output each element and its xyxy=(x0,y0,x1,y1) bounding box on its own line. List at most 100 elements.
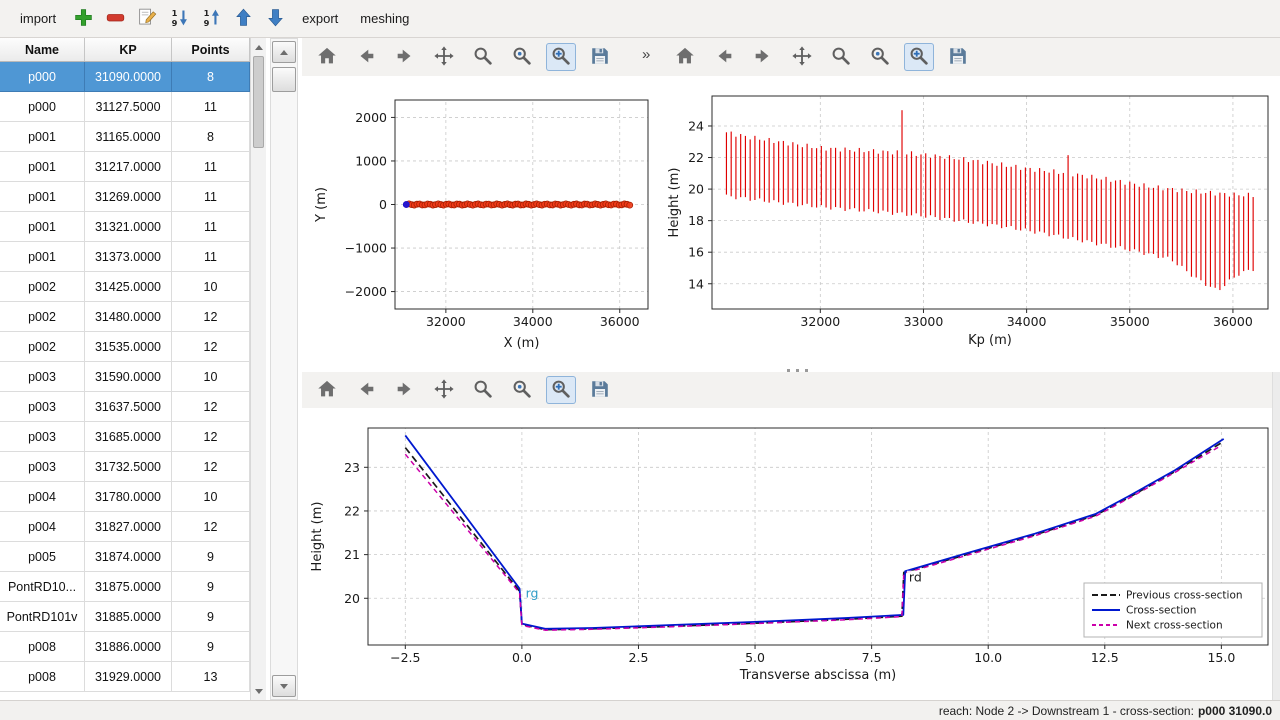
table-row[interactable]: p00331637.500012 xyxy=(0,392,250,422)
back-button[interactable] xyxy=(709,43,739,71)
cell-points: 10 xyxy=(172,272,250,302)
column-header-kp[interactable]: KP xyxy=(85,38,172,61)
table-scrollbar[interactable] xyxy=(250,38,266,700)
cell-points: 11 xyxy=(172,182,250,212)
table-scrollbar-thumb[interactable] xyxy=(253,56,264,148)
table-row[interactable]: p00131269.000011 xyxy=(0,182,250,212)
svg-text:rg: rg xyxy=(526,585,539,600)
table-row[interactable]: p00831929.000013 xyxy=(0,662,250,692)
pan-button[interactable] xyxy=(787,43,817,71)
svg-text:5.0: 5.0 xyxy=(745,650,765,665)
svg-text:Kp (m): Kp (m) xyxy=(968,333,1012,348)
table-row[interactable]: p00331590.000010 xyxy=(0,362,250,392)
pan-button[interactable] xyxy=(429,376,459,404)
move-down-button[interactable] xyxy=(260,5,290,33)
meshing-button[interactable]: meshing xyxy=(350,6,419,31)
profile-panel: 3200033000340003500036000141618202224Kp … xyxy=(660,38,1280,370)
zoom-options-button[interactable] xyxy=(507,43,537,71)
cell-points: 13 xyxy=(172,662,250,692)
scroll-down-button[interactable] xyxy=(272,675,296,697)
home-button[interactable] xyxy=(670,43,700,71)
table-row[interactable]: p00131165.00008 xyxy=(0,122,250,152)
cell-name: PontRD101v xyxy=(0,602,85,632)
zoom-button[interactable] xyxy=(826,43,856,71)
svg-text:20: 20 xyxy=(344,591,360,606)
table-row[interactable]: p00131373.000011 xyxy=(0,242,250,272)
scroll-up-button[interactable] xyxy=(272,41,296,63)
cell-points: 9 xyxy=(172,632,250,662)
right-scrollbar[interactable] xyxy=(1272,372,1280,700)
import-button[interactable]: import xyxy=(10,6,66,31)
table-row[interactable]: p00231535.000012 xyxy=(0,332,250,362)
svg-text:Next cross-section: Next cross-section xyxy=(1126,620,1223,632)
back-button[interactable] xyxy=(351,376,381,404)
home-button[interactable] xyxy=(312,43,342,71)
add-icon xyxy=(73,7,94,31)
zoom-rect-button[interactable] xyxy=(546,43,576,71)
table-row[interactable]: p00131321.000011 xyxy=(0,212,250,242)
table-row[interactable]: p00831886.00009 xyxy=(0,632,250,662)
cell-kp: 31780.0000 xyxy=(85,482,172,512)
save-button[interactable] xyxy=(943,43,973,71)
move-up-button[interactable] xyxy=(228,5,258,33)
cell-kp: 31373.0000 xyxy=(85,242,172,272)
sort-9-1-button[interactable]: 19 xyxy=(196,5,226,33)
zoom-rect-button[interactable] xyxy=(546,376,576,404)
remove-button[interactable] xyxy=(100,5,130,33)
zoom-button[interactable] xyxy=(468,376,498,404)
cell-name: p002 xyxy=(0,302,85,332)
cell-kp: 31929.0000 xyxy=(85,662,172,692)
toolbar-overflow-chevron[interactable]: » xyxy=(642,46,650,63)
forward-button[interactable] xyxy=(390,43,420,71)
scroll-up-icon[interactable] xyxy=(251,40,266,54)
profile-toolbar xyxy=(660,38,1280,76)
profile-plot[interactable]: 3200033000340003500036000141618202224Kp … xyxy=(660,76,1280,370)
svg-text:Height (m): Height (m) xyxy=(310,502,325,572)
panel-scrollbar-thumb[interactable] xyxy=(272,67,296,92)
table-row[interactable]: p00431827.000012 xyxy=(0,512,250,542)
table-row[interactable]: p00231480.000012 xyxy=(0,302,250,332)
cross-section-plot[interactable]: rgrd−2.50.02.55.07.510.012.515.020212223… xyxy=(302,408,1272,700)
save-button[interactable] xyxy=(585,376,615,404)
zoom-options-button[interactable] xyxy=(865,43,895,71)
cell-points: 11 xyxy=(172,212,250,242)
table-row[interactable]: p00231425.000010 xyxy=(0,272,250,302)
table-row[interactable]: p00331732.500012 xyxy=(0,452,250,482)
cell-points: 11 xyxy=(172,152,250,182)
back-button[interactable] xyxy=(351,43,381,71)
svg-text:23: 23 xyxy=(344,460,360,475)
svg-text:22: 22 xyxy=(344,503,360,518)
table-row[interactable]: p00431780.000010 xyxy=(0,482,250,512)
sort-1-9-button[interactable]: 19 xyxy=(164,5,194,33)
forward-button[interactable] xyxy=(748,43,778,71)
zoom-button[interactable] xyxy=(468,43,498,71)
zoom-rect-icon xyxy=(550,378,572,403)
application-window: import 1919 export meshing Name KP Point… xyxy=(0,0,1280,720)
table-row[interactable]: PontRD101v31885.00009 xyxy=(0,602,250,632)
home-button[interactable] xyxy=(312,376,342,404)
column-header-name[interactable]: Name xyxy=(0,38,85,61)
export-button[interactable]: export xyxy=(292,6,348,31)
cell-kp: 31885.0000 xyxy=(85,602,172,632)
scroll-down-icon[interactable] xyxy=(251,684,266,698)
table-row[interactable]: p00131217.000011 xyxy=(0,152,250,182)
pan-button[interactable] xyxy=(429,43,459,71)
cross-section-toolbar xyxy=(302,372,1280,408)
column-header-points[interactable]: Points xyxy=(172,38,250,61)
zoom-rect-button[interactable] xyxy=(904,43,934,71)
zoom-options-button[interactable] xyxy=(507,376,537,404)
svg-text:Cross-section: Cross-section xyxy=(1126,605,1196,617)
table-row[interactable]: p00531874.00009 xyxy=(0,542,250,572)
save-button[interactable] xyxy=(585,43,615,71)
edit-button[interactable] xyxy=(132,5,162,33)
cell-points: 11 xyxy=(172,92,250,122)
panel-scrollbar[interactable] xyxy=(270,38,298,700)
table-row[interactable]: PontRD10...31875.00009 xyxy=(0,572,250,602)
plan-view-plot[interactable]: 320003400036000−2000−1000010002000X (m)Y… xyxy=(302,76,660,370)
table-row[interactable]: p00031127.500011 xyxy=(0,92,250,122)
add-button[interactable] xyxy=(68,5,98,33)
table-row[interactable]: p00031090.00008 xyxy=(0,62,250,92)
forward-button[interactable] xyxy=(390,376,420,404)
status-bar: reach: Node 2 -> Downstream 1 - cross-se… xyxy=(0,700,1280,720)
table-row[interactable]: p00331685.000012 xyxy=(0,422,250,452)
